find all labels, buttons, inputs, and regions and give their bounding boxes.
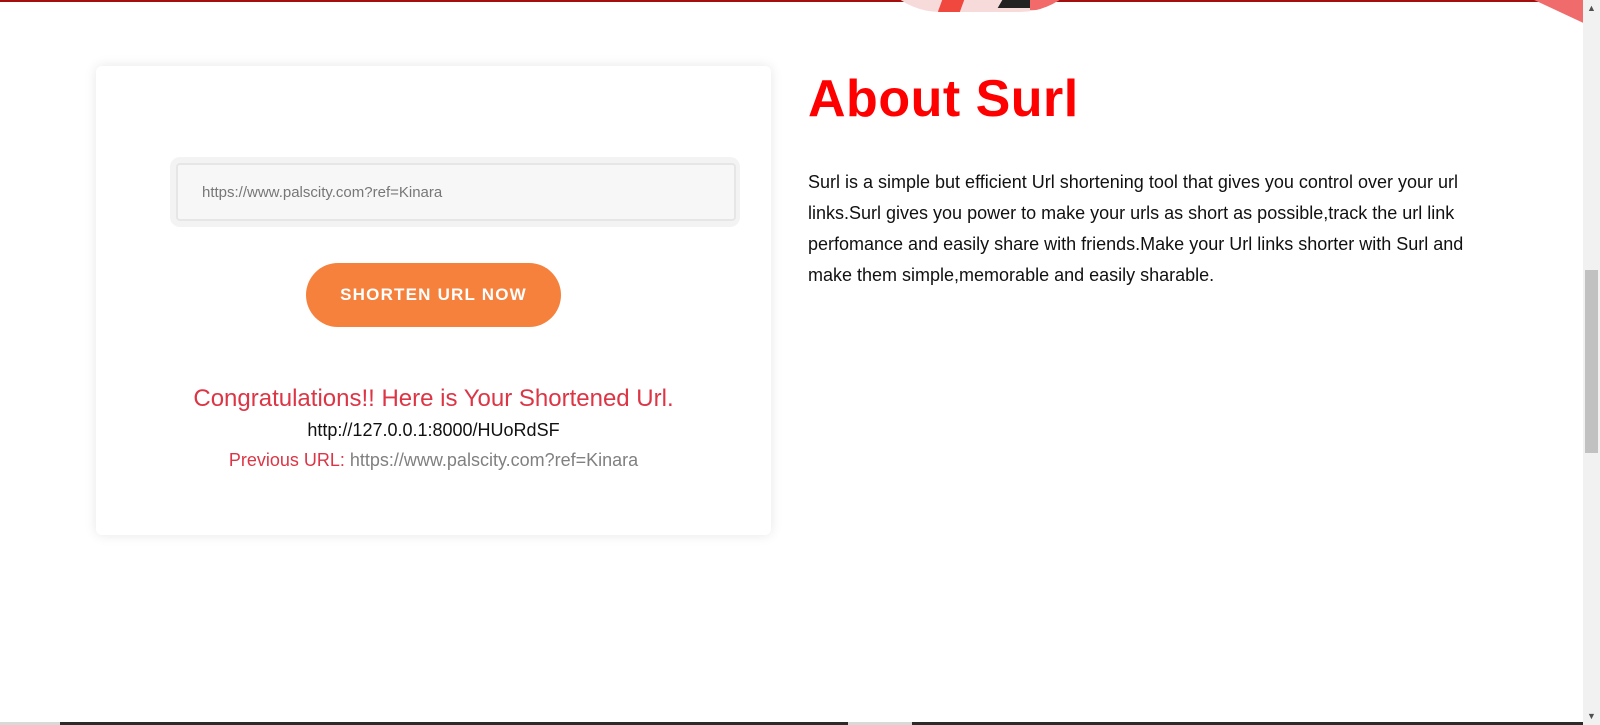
previous-url-value: https://www.palscity.com?ref=Kinara — [349, 450, 639, 470]
result-section: Congratulations!! Here is Your Shortened… — [96, 384, 771, 475]
shortener-card: SHORTEN URL NOW Congratulations!! Here i… — [96, 66, 771, 535]
top-border — [0, 0, 1583, 2]
scroll-up-arrow-icon[interactable]: ▲ — [1583, 0, 1600, 17]
scroll-down-arrow-icon[interactable]: ▼ — [1583, 708, 1600, 725]
about-description: Surl is a simple but efficient Url short… — [808, 172, 1464, 285]
shortened-url-link[interactable]: http://127.0.0.1:8000/HUoRdSF — [307, 415, 559, 445]
previous-url-label: Previous URL: — [228, 450, 345, 470]
scrollbar-thumb[interactable] — [1585, 270, 1598, 453]
congrats-message: Congratulations!! Here is Your Shortened… — [193, 385, 674, 412]
page-viewport: SHORTEN URL NOW Congratulations!! Here i… — [0, 0, 1600, 725]
vertical-scrollbar[interactable]: ▲ ▼ — [1583, 0, 1600, 725]
url-input[interactable] — [176, 163, 736, 221]
about-title: About Surl — [808, 70, 1079, 128]
previous-url-line: Previous URL: https://www.palscity.com?r… — [96, 445, 771, 475]
url-input-wrapper — [170, 157, 740, 227]
header-decoration-image — [870, 0, 1090, 12]
shorten-url-button[interactable]: SHORTEN URL NOW — [306, 263, 561, 327]
